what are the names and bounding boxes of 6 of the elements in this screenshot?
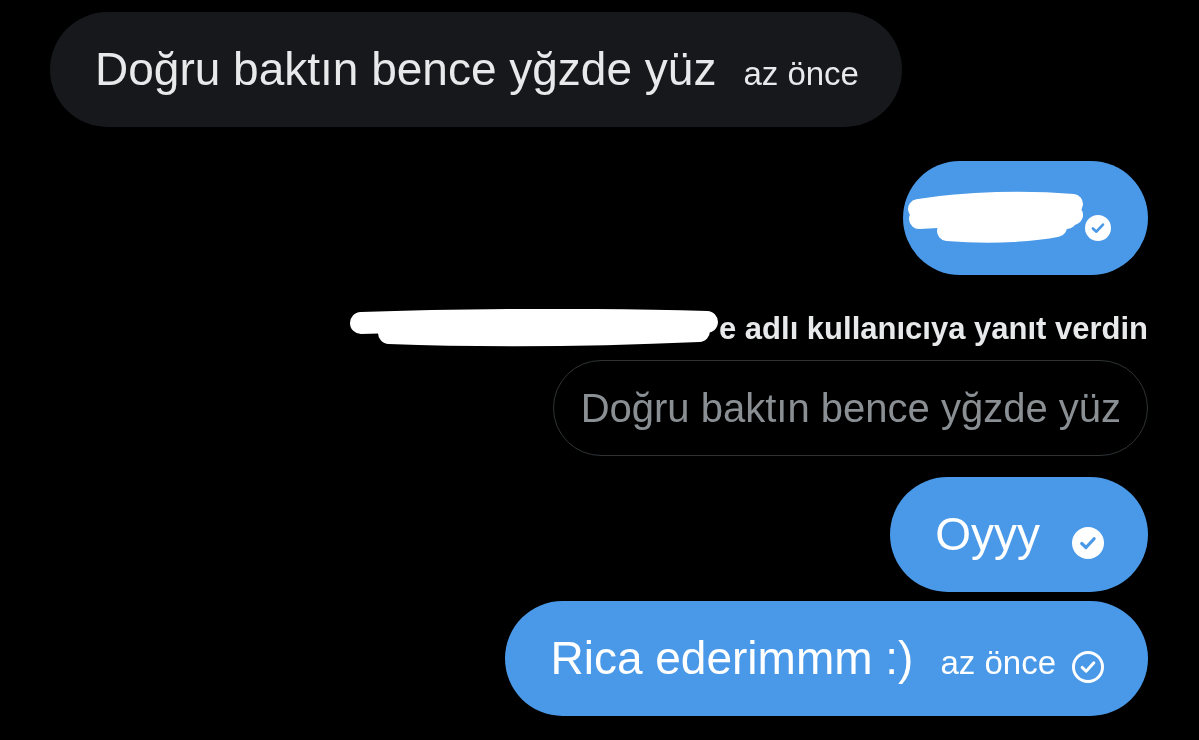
message-text: Doğru baktın bence yğzde yüz [95,42,717,97]
message-text: Oyyy [935,507,1040,562]
timestamp: az önce [743,54,859,94]
message-text: Rica ederimmm :) [550,631,914,686]
reply-note: e adlı kullanıcıya yanıt verdin [719,309,1148,347]
timestamp: az önce [940,643,1056,683]
